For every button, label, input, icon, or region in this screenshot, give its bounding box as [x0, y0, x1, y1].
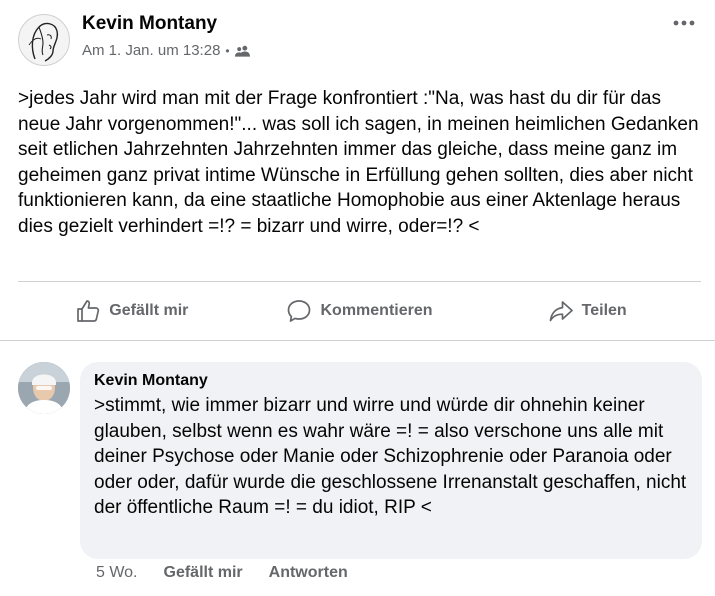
post-author-avatar[interactable]: [18, 14, 70, 66]
share-button[interactable]: Teilen: [473, 290, 701, 332]
comment-button[interactable]: Kommentieren: [246, 290, 474, 332]
friends-icon[interactable]: [234, 45, 250, 57]
comment-label: Kommentieren: [320, 302, 433, 319]
share-label: Teilen: [581, 302, 627, 319]
comment-bubble: Kevin Montany >stimmt, wie immer bizarr …: [80, 362, 702, 559]
like-button[interactable]: Gefällt mir: [18, 290, 246, 332]
profile-photo-icon: [18, 362, 70, 414]
comment-text: >stimmt, wie immer bizarr und wirre und …: [94, 395, 687, 519]
thumbs-up-icon: [77, 300, 100, 322]
comment-reply-button[interactable]: Antworten: [269, 564, 348, 582]
comment-bubble-icon: [288, 300, 311, 322]
post-meta: Am 1. Jan. um 13:28 •: [82, 42, 250, 59]
post-text: >jedes Jahr wird man mit der Frage konfr…: [18, 88, 699, 237]
post-header: Kevin Montany Am 1. Jan. um 13:28 •: [18, 12, 698, 68]
comment-actions: 5 Wo. Gefällt mir Antworten: [96, 564, 348, 582]
comment-like-button[interactable]: Gefällt mir: [164, 564, 243, 582]
post-actions: Gefällt mir Kommentieren Teilen: [18, 290, 701, 332]
more-options-button[interactable]: [670, 12, 698, 34]
meta-separator: •: [225, 43, 230, 58]
comment-author-name[interactable]: Kevin Montany: [94, 372, 688, 390]
share-arrow-icon: [549, 301, 573, 322]
comment-age[interactable]: 5 Wo.: [96, 564, 138, 582]
post-timestamp[interactable]: Am 1. Jan. um 13:28: [82, 42, 220, 59]
post-author-name[interactable]: Kevin Montany: [82, 13, 217, 35]
comments-divider: [0, 340, 715, 341]
more-options-icon: [673, 20, 695, 26]
like-label: Gefällt mir: [109, 302, 189, 319]
comment-author-avatar[interactable]: [18, 362, 70, 414]
action-divider-top: [18, 281, 701, 282]
line-drawing-portrait-icon: [28, 22, 59, 62]
